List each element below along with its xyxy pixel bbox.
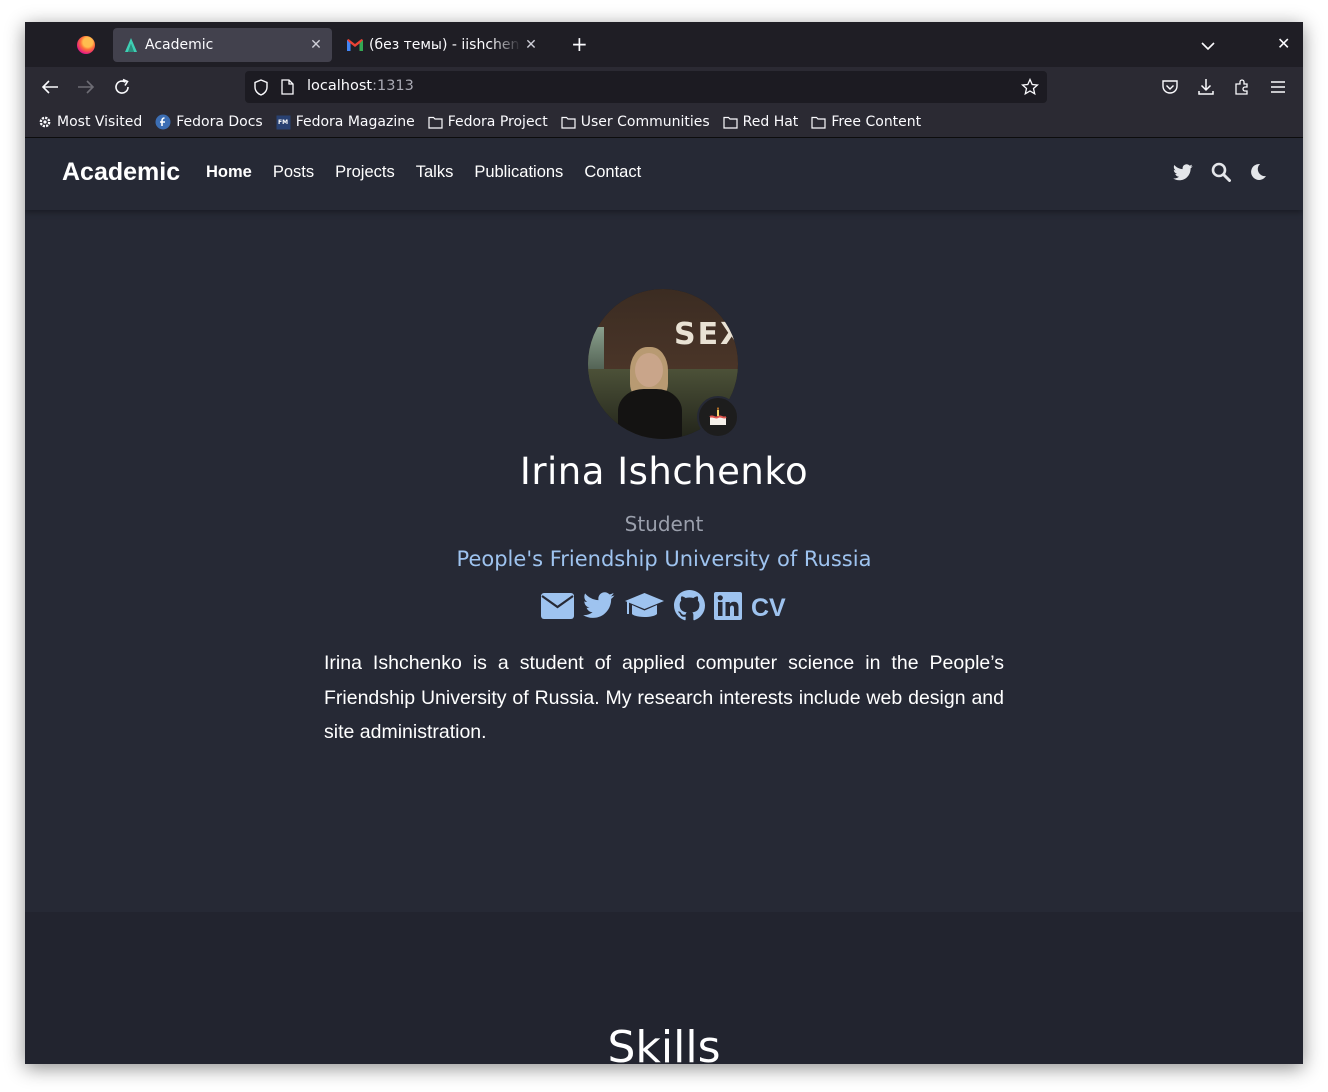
tracking-shield-icon[interactable] (253, 79, 269, 100)
nav-talks[interactable]: Talks (416, 163, 454, 182)
moon-icon[interactable] (1249, 163, 1267, 185)
nav-contact[interactable]: Contact (584, 163, 641, 182)
site-nav-icons (1173, 162, 1267, 186)
bookmark-red-hat[interactable]: Red Hat (723, 114, 798, 130)
bookmark-most-visited[interactable]: Most Visited (38, 114, 142, 130)
pocket-icon[interactable] (1160, 77, 1180, 97)
forward-arrow-icon[interactable] (76, 77, 96, 97)
gear-icon (38, 115, 52, 129)
site-brand[interactable]: Academic (62, 158, 180, 187)
new-tab-button[interactable]: + (571, 34, 588, 54)
social-links: CV (541, 590, 786, 625)
github-icon[interactable] (674, 590, 705, 625)
skills-title: Skills (607, 1022, 721, 1064)
url-text[interactable]: localhost:1313 (307, 78, 414, 94)
close-tab-icon[interactable]: ✕ (306, 37, 326, 53)
profile-name: Irina Ishchenko (519, 450, 809, 493)
academic-logo-icon (123, 37, 139, 53)
cv-link[interactable]: CV (751, 593, 786, 623)
linkedin-icon[interactable] (714, 591, 742, 624)
fedora-magazine-icon: FM (276, 115, 291, 130)
bookmark-fedora-project[interactable]: Fedora Project (428, 114, 548, 130)
twitter-icon[interactable] (1173, 163, 1193, 185)
site-nav-links: Home Posts Projects Talks Publications C… (206, 163, 662, 182)
bookmark-free-content[interactable]: Free Content (811, 114, 921, 130)
gmail-icon (347, 37, 363, 53)
bookmark-fedora-magazine[interactable]: FM Fedora Magazine (276, 114, 415, 130)
folder-icon (811, 116, 826, 129)
window-close-icon[interactable]: ✕ (1277, 34, 1290, 53)
svg-text:FM: FM (278, 119, 288, 126)
avatar-sign: SEX (674, 317, 738, 352)
bookmark-star-icon[interactable] (1020, 77, 1040, 100)
bookmark-user-communities[interactable]: User Communities (561, 114, 710, 130)
nav-projects[interactable]: Projects (335, 163, 395, 182)
nav-toolbar: localhost:1313 (25, 67, 1303, 107)
fedora-icon (155, 114, 171, 130)
back-arrow-icon[interactable] (40, 77, 60, 97)
browser-window: Academic ✕ (без темы) - iishchenko99 ✕ +… (25, 22, 1303, 1064)
search-icon[interactable] (1211, 162, 1231, 186)
reload-icon[interactable] (112, 77, 132, 97)
tab-strip: Academic ✕ (без темы) - iishchenko99 ✕ +… (25, 22, 1303, 67)
nav-posts[interactable]: Posts (273, 163, 314, 182)
skills-section: Skills (25, 912, 1303, 1064)
profile-organization[interactable]: People's Friendship University of Russia (25, 547, 1303, 571)
site-navbar: Academic Home Posts Projects Talks Publi… (25, 138, 1303, 210)
tab-academic[interactable]: Academic ✕ (113, 28, 332, 62)
page-info-icon[interactable] (281, 79, 294, 99)
url-bar[interactable]: localhost:1313 (245, 71, 1047, 103)
tab-title: Academic (145, 37, 214, 53)
close-tab-icon[interactable]: ✕ (521, 37, 541, 53)
twitter-icon[interactable] (583, 592, 615, 623)
bookmark-fedora-docs[interactable]: Fedora Docs (155, 114, 263, 130)
nav-home[interactable]: Home (206, 163, 252, 182)
profile-role: Student (624, 512, 704, 536)
list-all-tabs-icon[interactable] (1201, 36, 1215, 55)
folder-icon (561, 116, 576, 129)
tab-title: (без темы) - iishchenko99 (369, 37, 521, 53)
tab-gmail[interactable]: (без темы) - iishchenko99 ✕ (337, 28, 547, 62)
extensions-icon[interactable] (1232, 77, 1252, 97)
firefox-view-icon[interactable] (77, 36, 95, 54)
graduation-cap-icon[interactable] (624, 592, 665, 624)
folder-icon (723, 116, 738, 129)
menu-icon[interactable] (1268, 77, 1288, 97)
page-content: Academic Home Posts Projects Talks Publi… (25, 138, 1303, 1064)
nav-publications[interactable]: Publications (474, 163, 563, 182)
downloads-icon[interactable] (1196, 77, 1216, 97)
cake-icon (697, 396, 739, 438)
profile-bio: Irina Ishchenko is a student of applied … (324, 652, 1004, 743)
envelope-icon[interactable] (541, 592, 574, 623)
folder-icon (428, 116, 443, 129)
bookmarks-toolbar: Most Visited Fedora Docs FM Fedora Magaz… (25, 107, 1303, 138)
